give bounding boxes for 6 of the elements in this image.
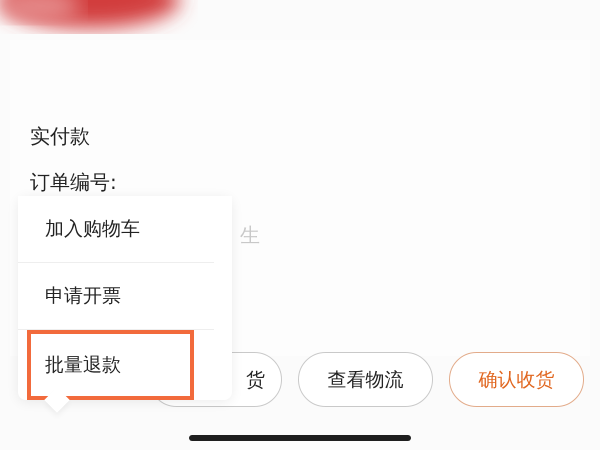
menu-item[interactable]: 加入购物车 <box>18 196 232 262</box>
menu-item[interactable]: 申请开票 <box>18 263 232 329</box>
menu-item[interactable]: 批量退款 <box>27 330 194 400</box>
detail-label: 订单编号: <box>30 170 117 194</box>
action-button[interactable]: 查看物流 <box>298 352 433 407</box>
detail-label: 实付款 <box>30 124 90 148</box>
